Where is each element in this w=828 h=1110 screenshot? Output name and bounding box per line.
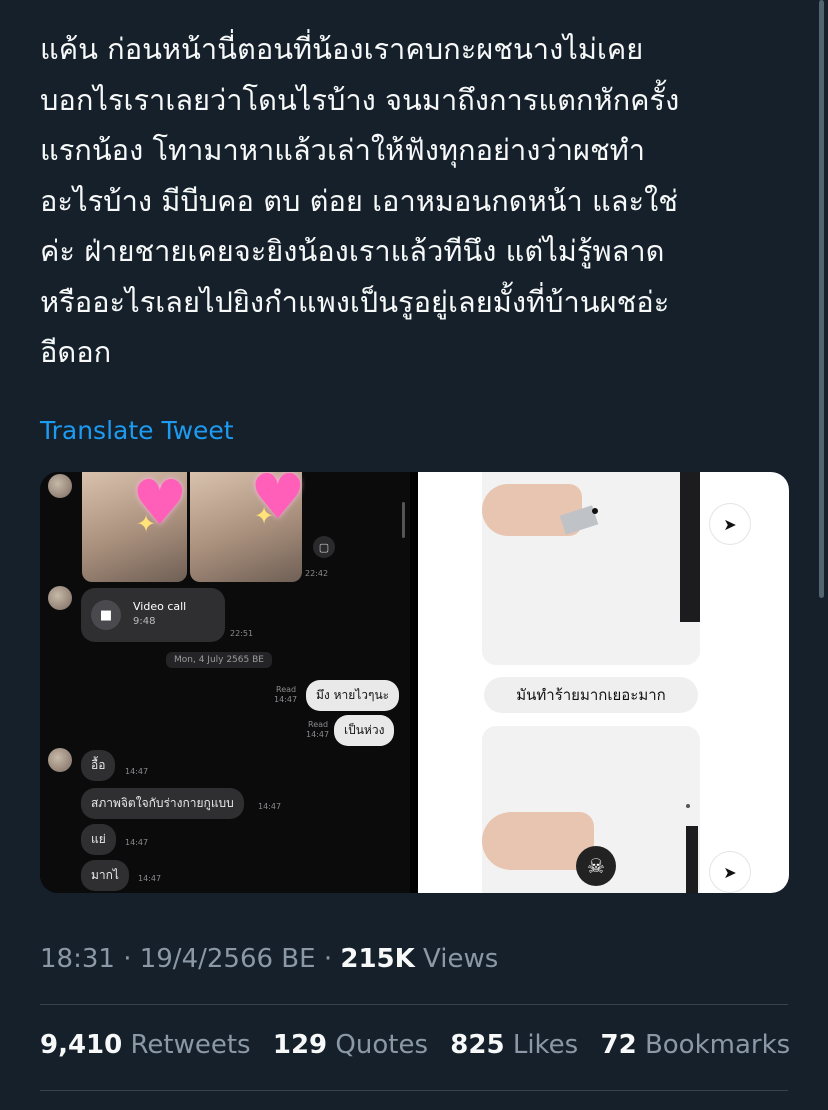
scrollbar[interactable]	[819, 0, 824, 598]
gallery-icon[interactable]: ▢	[313, 536, 335, 558]
dark-object	[680, 472, 700, 622]
tweet-line: อีดอก	[40, 335, 112, 369]
hole-mark	[686, 804, 690, 808]
tweet-time-date[interactable]: 18:31 · 19/4/2566 BE ·	[40, 944, 332, 974]
divider	[40, 1090, 788, 1091]
read-label: Read	[308, 720, 329, 729]
views-label: Views	[423, 944, 499, 974]
message-time: 14:47	[125, 767, 149, 776]
outgoing-message: มึง หายไวๆนะ	[306, 680, 400, 711]
message-time: 22:42	[305, 569, 329, 578]
likes-stat[interactable]: 825 Likes	[450, 1030, 578, 1060]
outgoing-message: เป็นห่วง	[334, 715, 395, 746]
incoming-message: อื้อ	[81, 750, 116, 781]
send-icon[interactable]: ➤	[710, 504, 750, 544]
message-time: 14:47	[125, 838, 149, 847]
message-time: 22:51	[230, 629, 254, 638]
divider	[40, 1004, 788, 1005]
media-grid[interactable]: ♥ ✦ ♥ ✦ ▢ 22:42 ■ Video call 9:48 22:51 …	[40, 472, 789, 893]
video-call-bubble[interactable]: ■ Video call 9:48	[81, 588, 225, 642]
hole-mark	[592, 508, 598, 514]
message-time: 14:47	[138, 874, 162, 883]
tweet-meta: 18:31 · 19/4/2566 BE · 215K Views	[40, 944, 498, 974]
media-image-wall[interactable]: มันทำร้ายมากเยอะมาก ☠ ➤ ➤	[418, 472, 789, 893]
media-image-chat[interactable]: ♥ ✦ ♥ ✦ ▢ 22:42 ■ Video call 9:48 22:51 …	[40, 472, 410, 893]
tweet-line: แค้น ก่อนหน้านี่ตอนที่น้องเราคบกะผชนางไม…	[40, 32, 644, 66]
tweet-line: บอกไรเราเลยว่าโดนไรบ้าง จนมาถึงการแตกหัก…	[40, 82, 680, 117]
tweet-text: แค้น ก่อนหน้านี่ตอนที่น้องเราคบกะผชนางไม…	[40, 24, 800, 378]
caption-bubble: มันทำร้ายมากเยอะมาก	[484, 677, 698, 713]
video-call-title: Video call	[133, 600, 187, 613]
wall-photo	[482, 472, 700, 665]
tweet-line: หรืออะไรเลยไปยิงกำแพงเป็นรูอยู่เลยมั้งที…	[40, 284, 670, 319]
tweet-line: แรกน้อง โทามาหาแล้วเล่าให้ฟังทุกอย่างว่า…	[40, 133, 646, 167]
quotes-stat[interactable]: 129 Quotes	[273, 1030, 428, 1060]
skull-sticker-icon: ☠	[576, 846, 616, 886]
dark-object	[686, 826, 698, 893]
read-time: 14:47	[274, 695, 298, 704]
read-label: Read	[276, 685, 297, 694]
incoming-message: แย่	[81, 824, 116, 855]
incoming-message: สภาพจิตใจกับร่างกายกูแบบ	[81, 788, 244, 819]
sparkle-icon: ✦	[254, 502, 275, 530]
send-icon[interactable]: ➤	[710, 852, 750, 892]
tweet-line: อะไรบ้าง มีบีบคอ ตบ ต่อย เอาหมอนกดหน้า แ…	[40, 183, 678, 218]
avatar	[48, 474, 72, 498]
sparkle-icon: ✦	[136, 510, 157, 538]
views-count: 215K	[340, 944, 415, 974]
date-separator: Mon, 4 July 2565 BE	[166, 652, 272, 668]
wall-photo: ☠	[482, 726, 700, 893]
tweet-line: ค่ะ ฝ่ายชายเคยจะยิงน้องเราแล้วทีนึง แต่ไ…	[40, 234, 665, 268]
bookmarks-stat[interactable]: 72 Bookmarks	[600, 1030, 790, 1060]
chat-scrollbar	[402, 502, 405, 538]
video-camera-icon: ■	[91, 600, 121, 630]
incoming-message: มากไ	[81, 860, 129, 891]
tweet-stats: 9,410 Retweets 129 Quotes 825 Likes 72 B…	[40, 1030, 804, 1060]
translate-tweet-link[interactable]: Translate Tweet	[40, 416, 234, 445]
read-time: 14:47	[306, 730, 330, 739]
avatar	[48, 748, 72, 772]
avatar	[48, 586, 72, 610]
video-call-duration: 9:48	[133, 616, 156, 627]
retweets-stat[interactable]: 9,410 Retweets	[40, 1030, 251, 1060]
message-time: 14:47	[258, 802, 282, 811]
